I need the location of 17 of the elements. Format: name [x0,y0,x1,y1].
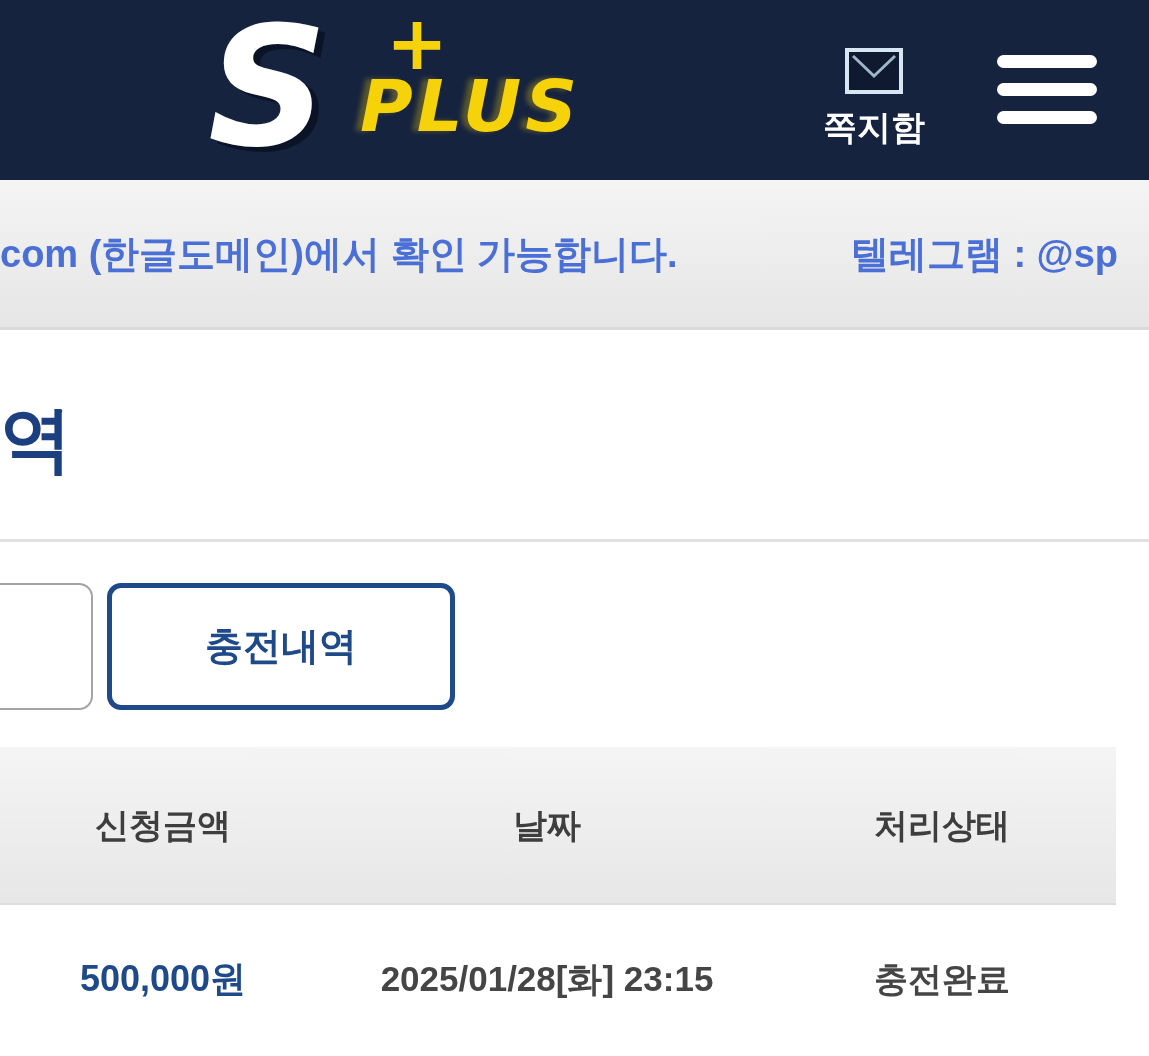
notice-text: com (한글도메인)에서 확인 가능합니다. [0,231,678,276]
date-cell: 2025/01/28[화] 23:15 [380,958,714,1000]
page-title: 역 [0,398,72,479]
column-header: 날짜 [513,805,581,845]
column-header: 신청금액 [95,805,231,845]
menu-icon [997,55,1097,125]
column-header: 처리상태 [874,805,1010,845]
logo-letter: S [207,13,329,163]
amount-cell: 500,000원 [79,958,247,1000]
messages-button[interactable]: 쪽지함 [823,48,925,146]
notice-text: 텔레그램 : @sp [850,231,1118,276]
envelope-icon [845,48,903,94]
menu-button[interactable] [997,55,1097,125]
logo-plus: + [386,13,448,73]
tab[interactable]: 충전내역 [107,583,455,710]
status-cell-text: 충전완료 [874,959,1010,1000]
logo-word: PLUS [360,73,583,139]
